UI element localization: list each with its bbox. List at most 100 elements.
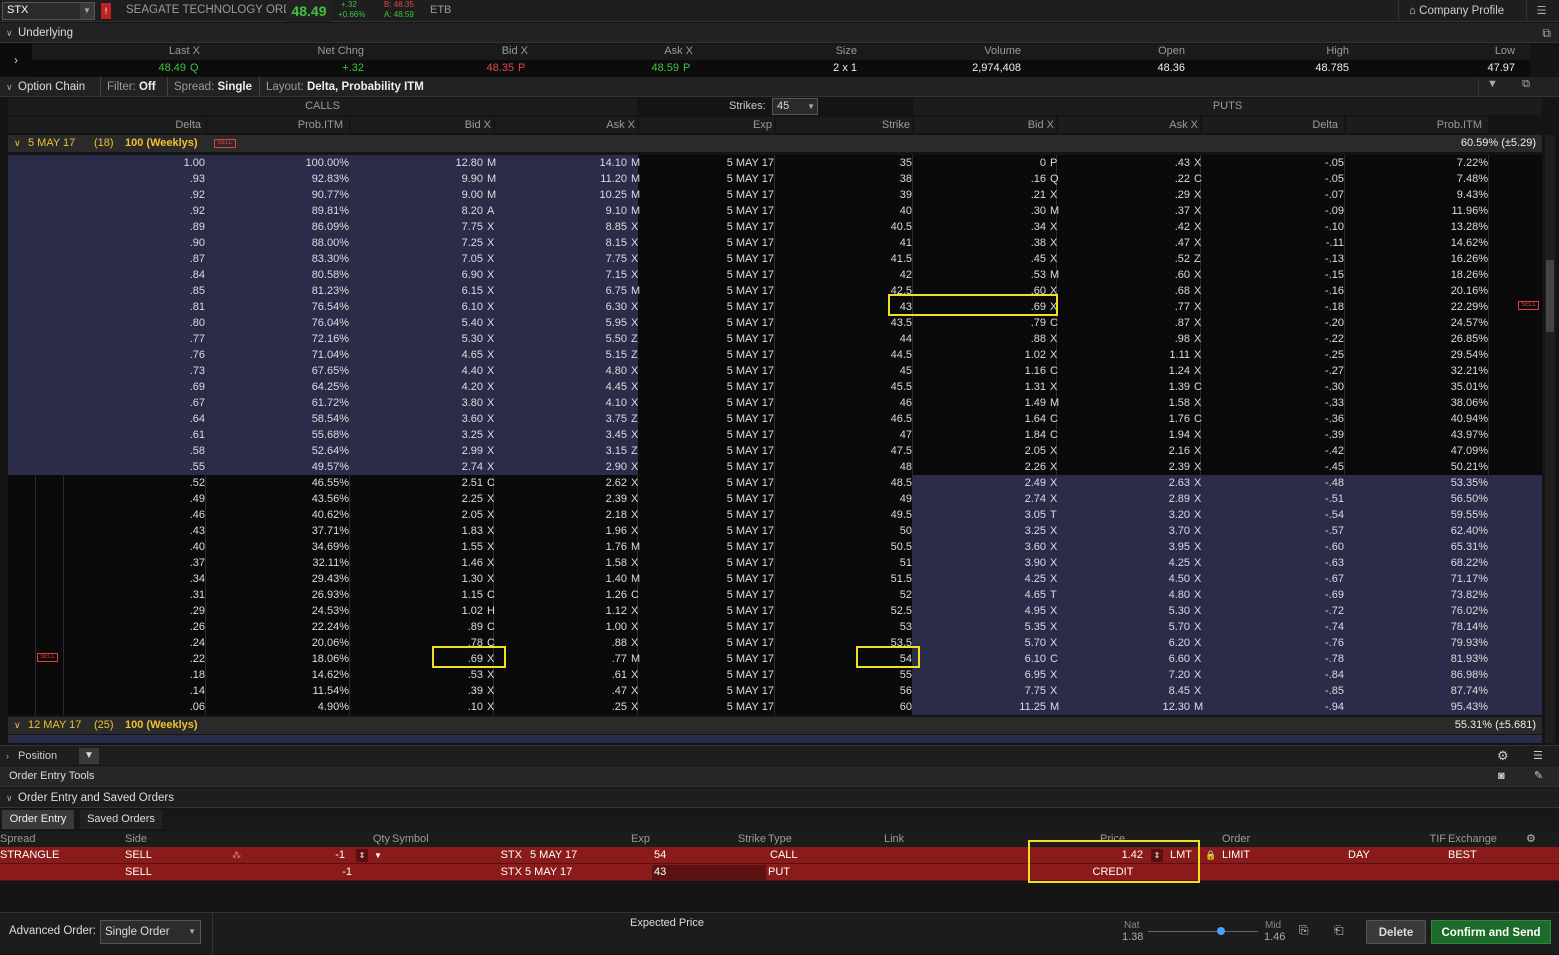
tab-order-entry[interactable]: Order Entry <box>2 810 74 829</box>
delete-button[interactable]: Delete <box>1366 920 1426 944</box>
call-ask[interactable]: 11.20 <box>495 171 627 187</box>
order-tif[interactable]: DAY <box>1348 847 1370 864</box>
call-ask[interactable]: 6.75 <box>495 283 627 299</box>
call-ask[interactable]: 6.30 <box>495 299 627 315</box>
put-bid[interactable]: 7.75 <box>914 683 1046 699</box>
put-ask[interactable]: 4.80 <box>1058 587 1190 603</box>
call-bid[interactable]: .10 <box>351 699 483 715</box>
call-ask[interactable]: 1.26 <box>495 587 627 603</box>
chain-row[interactable]: .64 58.54% 3.60 X 3.75 Z 5 MAY 17 46.5 1.64 C 1.76… <box>8 411 1542 427</box>
put-ask[interactable]: .77 <box>1058 299 1190 315</box>
call-bid[interactable]: 7.25 <box>351 235 483 251</box>
chain-row[interactable]: .89 86.09% 7.75 X 8.85 X 5 MAY 17 40.5.34 X .42 X -… <box>8 219 1542 235</box>
call-bid[interactable]: 12.80 <box>351 155 483 171</box>
call-bid[interactable]: 5.40 <box>351 315 483 331</box>
chain-row[interactable]: .14 11.54% .39 X .47 X 5 MAY 17 56 7.75 X 8.45 X -.8… <box>8 683 1542 699</box>
call-bid[interactable]: .89 <box>351 619 483 635</box>
put-ask[interactable]: .60 <box>1058 267 1190 283</box>
call-ask[interactable]: 2.39 <box>495 491 627 507</box>
call-ask[interactable]: 7.75 <box>495 251 627 267</box>
expand-underlying-icon[interactable]: › <box>0 44 32 76</box>
call-bid[interactable]: .39 <box>351 683 483 699</box>
put-ask[interactable]: 3.95 <box>1058 539 1190 555</box>
put-bid[interactable]: 1.31 <box>914 379 1046 395</box>
call-bid[interactable]: 4.20 <box>351 379 483 395</box>
menu-icon[interactable]: ☰ <box>1526 0 1556 22</box>
confirm-and-send-button[interactable]: Confirm and Send <box>1431 920 1551 944</box>
pin-icon[interactable]: ✎ <box>1534 766 1543 787</box>
strategy-icon[interactable]: ⁂ <box>232 847 241 864</box>
call-bid[interactable]: 2.74 <box>351 459 483 475</box>
call-ask[interactable]: 2.62 <box>495 475 627 491</box>
put-bid[interactable]: 2.05 <box>914 443 1046 459</box>
call-bid[interactable]: 6.15 <box>351 283 483 299</box>
scroll-thumb[interactable] <box>1546 260 1554 332</box>
put-ask[interactable]: .68 <box>1058 283 1190 299</box>
order-order-type[interactable]: LIMIT <box>1222 847 1250 864</box>
put-ask[interactable]: 6.20 <box>1058 635 1190 651</box>
put-ask[interactable]: 5.70 <box>1058 619 1190 635</box>
menu-icon[interactable]: ☰ <box>1533 746 1543 766</box>
put-ask[interactable]: .29 <box>1058 187 1190 203</box>
put-bid[interactable]: 2.49 <box>914 475 1046 491</box>
call-bid[interactable]: 1.55 <box>351 539 483 555</box>
order-strike[interactable]: 43 <box>652 865 766 880</box>
put-bid[interactable]: .88 <box>914 331 1046 347</box>
chain-row[interactable]: .06 4.90% .10 X .25 X 5 MAY 17 60 11.25 M 12.30 M -.… <box>8 699 1542 715</box>
call-bid[interactable]: 3.25 <box>351 427 483 443</box>
put-ask[interactable]: .52 <box>1058 251 1190 267</box>
call-ask[interactable]: .25 <box>495 699 627 715</box>
put-ask[interactable]: 1.94 <box>1058 427 1190 443</box>
call-ask[interactable]: 2.90 <box>495 459 627 475</box>
put-ask[interactable]: .37 <box>1058 203 1190 219</box>
put-ask[interactable]: 4.25 <box>1058 555 1190 571</box>
call-ask[interactable]: 8.85 <box>495 219 627 235</box>
put-bid[interactable]: 1.16 <box>914 363 1046 379</box>
chain-row[interactable]: .29 24.53% 1.02 H 1.12 X 5 MAY 17 52.5 4.95 X 5.30… <box>8 603 1542 619</box>
col-exp[interactable]: Exp <box>639 117 774 133</box>
col-put-bid[interactable]: Bid X <box>914 117 1056 133</box>
chain-row[interactable]: .93 92.83% 9.90 M 11.20 M 5 MAY 17 38.16 Q .22 C -.… <box>8 171 1542 187</box>
order-exp[interactable]: 5 MAY 17 <box>530 847 577 864</box>
put-bid[interactable]: 4.65 <box>914 587 1046 603</box>
call-ask[interactable]: .61 <box>495 667 627 683</box>
chain-row[interactable]: .55 49.57% 2.74 X 2.90 X 5 MAY 17 48 2.26 X 2.39 X -… <box>8 459 1542 475</box>
order-entry-saved-header[interactable]: ∨ Order Entry and Saved Orders <box>0 788 1559 808</box>
chain-row[interactable]: .26 22.24% .89 C 1.00 X 5 MAY 17 53 5.35 X 5.70 X -.… <box>8 619 1542 635</box>
put-bid[interactable]: 6.10 <box>914 651 1046 667</box>
settings-icon[interactable]: ⚙ <box>1526 831 1536 847</box>
advanced-order-select[interactable]: Single Order ▼ <box>100 920 201 944</box>
call-ask[interactable]: 3.15 <box>495 443 627 459</box>
call-ask[interactable]: 5.95 <box>495 315 627 331</box>
call-ask[interactable]: 7.15 <box>495 267 627 283</box>
call-ask[interactable]: 1.40 <box>495 571 627 587</box>
put-ask[interactable]: 7.20 <box>1058 667 1190 683</box>
call-ask[interactable]: .88 <box>495 635 627 651</box>
chain-row[interactable]: .92 89.81% 8.20 A 9.10 M 5 MAY 17 40.30 M .37 X -.0… <box>8 203 1542 219</box>
call-ask[interactable]: 4.45 <box>495 379 627 395</box>
call-bid[interactable]: .53 <box>351 667 483 683</box>
put-bid[interactable]: 3.25 <box>914 523 1046 539</box>
call-bid[interactable]: 2.99 <box>351 443 483 459</box>
chain-row[interactable]: .58 52.64% 2.99 X 3.15 Z 5 MAY 17 47.5 2.05 X 2.16… <box>8 443 1542 459</box>
call-ask[interactable]: 3.75 <box>495 411 627 427</box>
call-bid[interactable]: 7.75 <box>351 219 483 235</box>
put-bid[interactable]: 2.74 <box>914 491 1046 507</box>
order-spread[interactable]: STRANGLE <box>0 847 59 864</box>
put-bid[interactable]: .34 <box>914 219 1046 235</box>
camera-icon[interactable]: ◙ <box>1498 766 1505 787</box>
put-ask[interactable]: 1.39 <box>1058 379 1190 395</box>
order-strike[interactable]: 54 <box>654 847 666 864</box>
chain-row[interactable]: .37 32.11% 1.46 X 1.58 X 5 MAY 17 51 3.90 X 4.25 X -… <box>8 555 1542 571</box>
copy-icon[interactable]: ⎘ <box>1299 923 1315 939</box>
chain-row[interactable]: .31 26.93% 1.15 C 1.26 C 5 MAY 17 52 4.65 T 4.80 X -… <box>8 587 1542 603</box>
detach-icon[interactable]: ⧉ <box>1514 78 1538 96</box>
call-bid[interactable]: 6.90 <box>351 267 483 283</box>
put-ask[interactable]: .22 <box>1058 171 1190 187</box>
underlying-header[interactable]: ∨ Underlying <box>0 23 1559 43</box>
symbol-input[interactable]: STX ▼ <box>2 2 95 20</box>
col-put-delta[interactable]: Delta <box>1202 117 1344 133</box>
col-put-ask[interactable]: Ask X <box>1058 117 1200 133</box>
put-ask[interactable]: 1.58 <box>1058 395 1190 411</box>
filter-control[interactable]: Filter: Off <box>100 77 156 97</box>
